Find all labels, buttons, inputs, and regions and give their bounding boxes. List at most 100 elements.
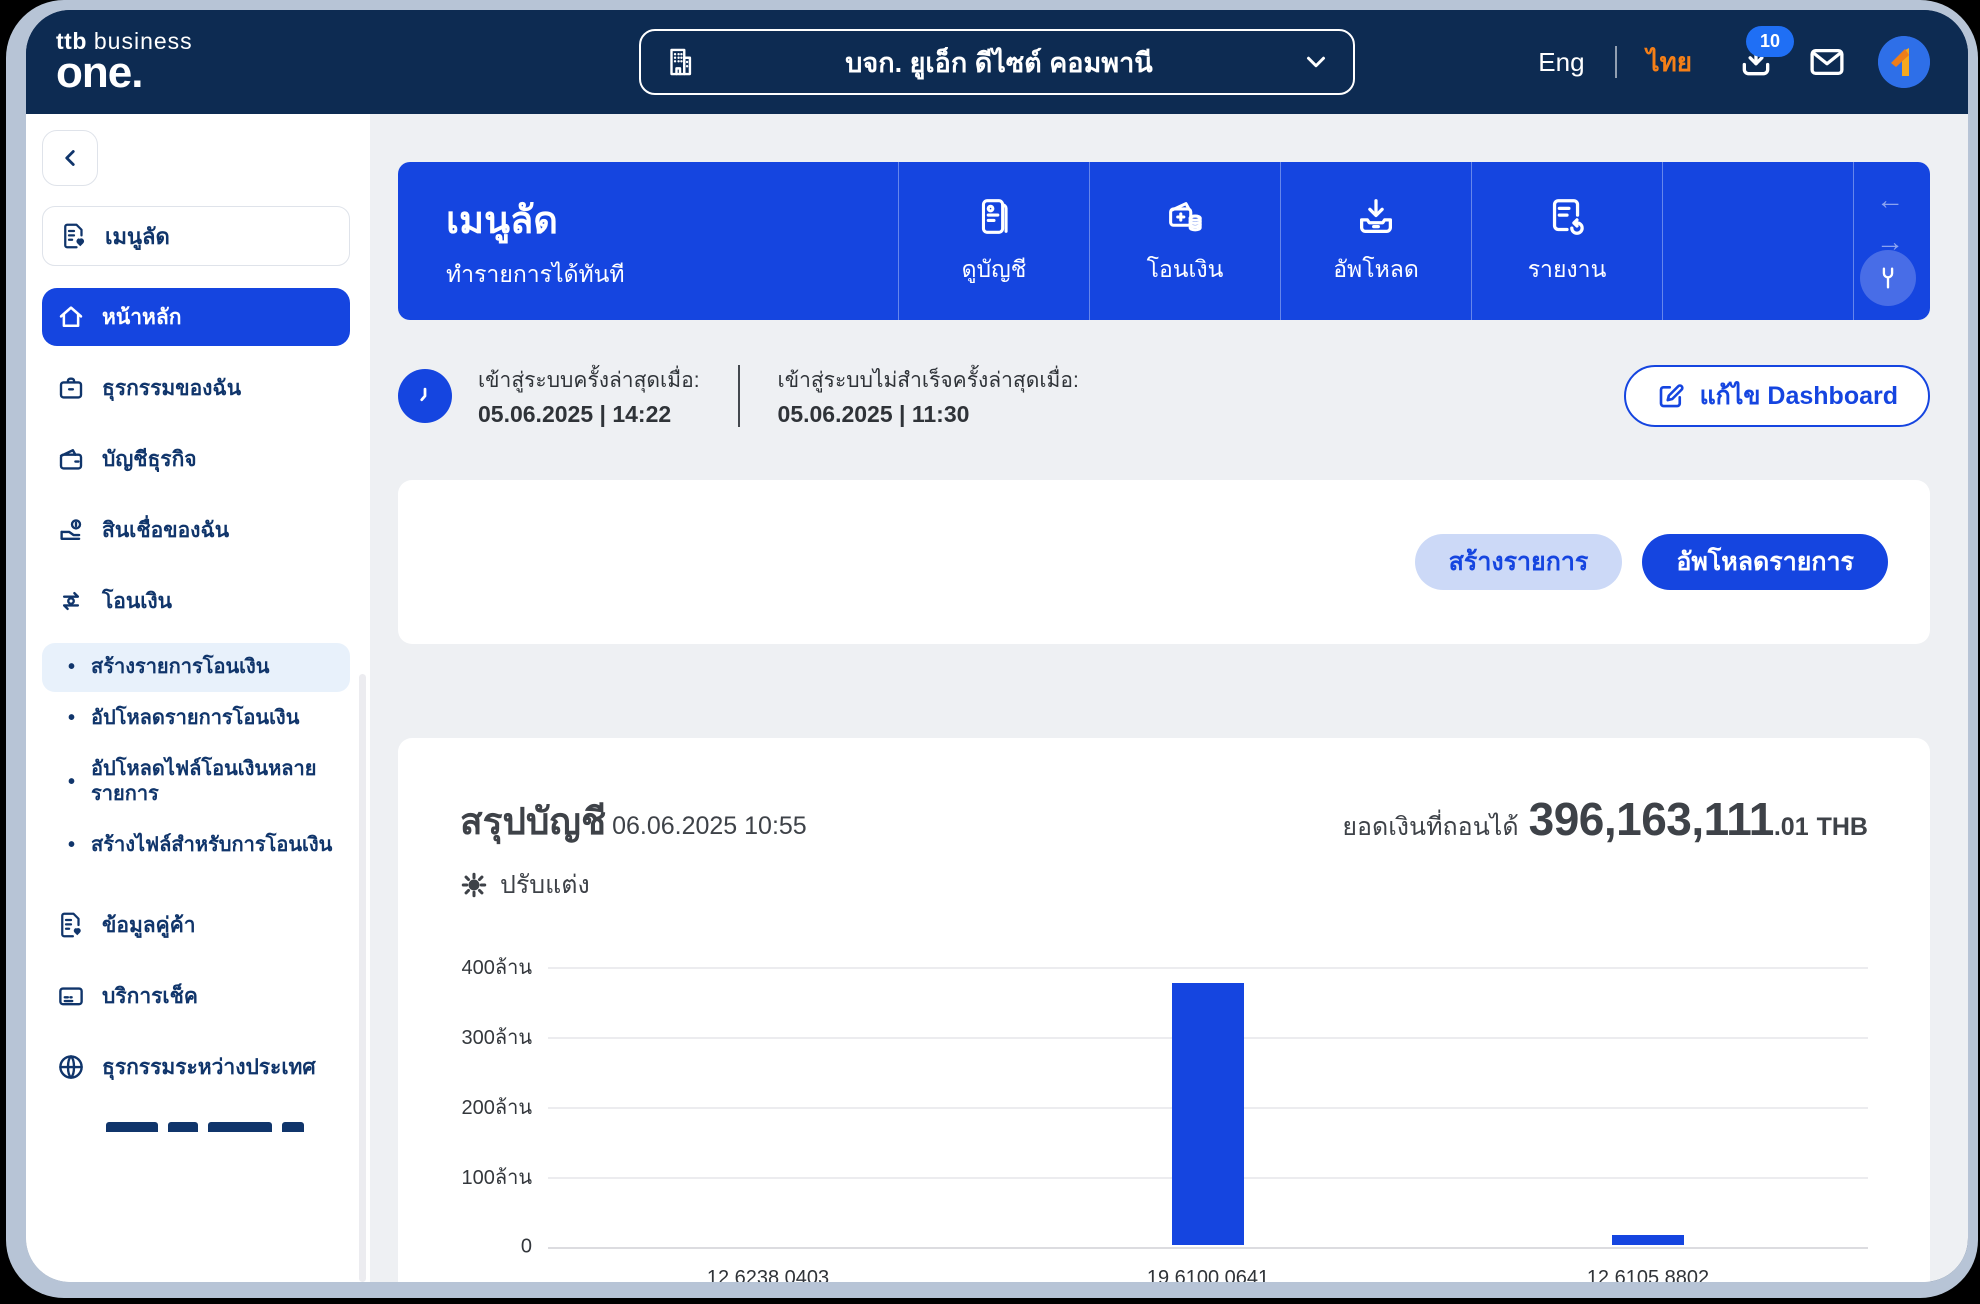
sidebar-item-label: โอนเงิน <box>102 589 173 613</box>
sidebar-item-transfer[interactable]: โอนเงิน <box>42 572 350 630</box>
language-divider <box>1614 46 1617 78</box>
sidebar-subitem-create-transfer-file[interactable]: • สร้างไฟล์สำหรับการโอนเงิน <box>42 821 350 870</box>
quick-menu-banner: เมนูลัด ทำรายการได้ทันที ดูบัญชี โอนเงิน… <box>398 162 1930 320</box>
chart-plot-area <box>548 967 1868 1249</box>
sidebar-subitem-create-transfer[interactable]: • สร้างรายการโอนเงิน <box>42 643 350 692</box>
loan-icon <box>56 515 86 545</box>
upload-transaction-button[interactable]: อัพโหลดรายการ <box>1642 534 1888 590</box>
company-selector-value: บจก. ยูเอ็ก ดีไซต์ คอมพานี <box>845 47 1153 78</box>
wallet-icon <box>56 444 86 474</box>
y-tick: 0 <box>520 1235 532 1258</box>
wrench-icon <box>1882 267 1894 289</box>
chart-y-axis: 400ล้าน 300ล้าน 200ล้าน 100ล้าน 0 <box>460 957 548 1258</box>
carousel-prev-icon[interactable]: ← <box>1876 186 1904 214</box>
account-balance-chart: 400ล้าน 300ล้าน 200ล้าน 100ล้าน 0 12 623… <box>460 957 1868 1282</box>
y-tick: 100ล้าน <box>461 1167 532 1189</box>
login-info-row: เข้าสู่ระบบครั้งล่าสุดเมื่อ: 05.06.2025 … <box>398 364 1930 428</box>
sidebar-subitem-label: สร้างรายการโอนเงิน <box>91 656 270 678</box>
sidebar-item-clipped <box>106 1122 356 1132</box>
x-category-2: 19 6100 0641 (THB) <box>1146 1267 1270 1282</box>
create-transaction-button[interactable]: สร้างรายการ <box>1414 534 1623 590</box>
currency-label: THB <box>1816 813 1868 841</box>
x-category-1: 12 6238 0403 (THB) <box>706 1267 830 1282</box>
last-login-label: เข้าสู่ระบบครั้งล่าสุดเมื่อ: <box>478 369 700 392</box>
sidebar-item-label: ข้อมูลคู่ค้า <box>102 913 196 937</box>
user-avatar[interactable] <box>1878 36 1930 88</box>
messages-button[interactable] <box>1806 41 1848 83</box>
quick-action-transfer[interactable]: โอนเงิน <box>1089 162 1280 320</box>
company-selector[interactable]: บจก. ยูเอ็ก ดีไซต์ คอมพานี <box>639 29 1355 95</box>
account-summary-card: สรุปบัญชี 06.06.2025 10:55 ปรับแต่ง ยอดเ… <box>398 738 1930 1282</box>
chart-baseline <box>548 1247 1868 1249</box>
bullet-icon: • <box>68 707 76 729</box>
device-frame: ttb business one. บจก. ยูเอ็ก ดีไซต์ คอมพ… <box>0 0 1980 1304</box>
sidebar-item-label: บริการเช็ค <box>102 984 198 1008</box>
sidebar-item-label: บัญชีธุรกิจ <box>102 447 197 471</box>
sidebar-item-business-accounts[interactable]: บัญชีธุรกิจ <box>42 430 350 488</box>
bullet-icon: • <box>68 770 76 793</box>
quick-menu-controls: ← → <box>1853 162 1930 320</box>
quick-action-reports[interactable]: รายงาน <box>1471 162 1662 320</box>
y-tick: 200ล้าน <box>461 1097 532 1119</box>
downloads-button[interactable]: 10 <box>1736 26 1794 82</box>
sidebar-item-international[interactable]: ธุรกรรมระหว่างประเทศ <box>42 1038 350 1096</box>
quick-action-label: อัพโหลด <box>1333 256 1419 282</box>
sidebar-item-label: ธุรกรรมระหว่างประเทศ <box>102 1055 316 1079</box>
quick-action-upload[interactable]: อัพโหลด <box>1280 162 1471 320</box>
login-divider <box>737 365 740 427</box>
sidebar-subitem-label: อัปโหลดรายการโอนเงิน <box>91 707 300 729</box>
sidebar-subitem-label: สร้างไฟล์สำหรับการโอนเงิน <box>91 834 333 856</box>
quick-action-view-accounts[interactable]: ดูบัญชี <box>898 162 1089 320</box>
sidebar-item-partner-data[interactable]: ข้อมูลคู่ค้า <box>42 896 350 954</box>
quick-menu-title-block: เมนูลัด ทำรายการได้ทันที <box>398 162 898 320</box>
bullet-icon: • <box>68 656 76 678</box>
app-window: ttb business one. บจก. ยูเอ็ก ดีไซต์ คอมพ… <box>26 10 1968 1282</box>
quick-action-label: โอนเงิน <box>1146 256 1224 282</box>
sidebar-menu: หน้าหลัก ธุรกรรมของฉัน บัญชีธุรกิจ สินเช… <box>42 288 356 1132</box>
quick-action-empty-slot <box>1662 162 1853 320</box>
logo-one: one. <box>56 47 143 97</box>
language-thai[interactable]: ไทย <box>1647 42 1692 83</box>
quick-action-label: ดูบัญชี <box>961 256 1027 282</box>
customize-summary-button[interactable]: ปรับแต่ง <box>460 865 807 905</box>
home-icon <box>56 302 86 332</box>
quick-menu-title: เมนูลัด <box>446 200 558 242</box>
gridline <box>548 967 1868 969</box>
report-icon <box>1544 194 1590 240</box>
clock-icon <box>398 369 452 423</box>
passbook-icon <box>971 194 1017 240</box>
edit-icon <box>1656 381 1686 411</box>
edit-dashboard-button[interactable]: แก้ไข Dashboard <box>1623 365 1930 427</box>
bar-account-3 <box>1611 1234 1684 1245</box>
bar-account-2 <box>1172 982 1244 1245</box>
last-login-time: 05.06.2025 | 14:22 <box>478 401 672 427</box>
sidebar-item-cheque-service[interactable]: บริการเช็ค <box>42 967 350 1025</box>
sidebar-item-label: หน้าหลัก <box>102 305 182 329</box>
sidebar-item-home[interactable]: หน้าหลัก <box>42 288 350 346</box>
sidebar-scrollbar[interactable] <box>359 674 366 1282</box>
customize-quick-menu-button[interactable] <box>1860 250 1916 306</box>
quick-action-label: รายงาน <box>1527 256 1607 282</box>
sidebar-item-my-loans[interactable]: สินเชื่อของฉัน <box>42 501 350 559</box>
main-content: เมนูลัด ทำรายการได้ทันที ดูบัญชี โอนเงิน… <box>370 114 1968 1282</box>
withdrawable-amount-fraction: .01 <box>1773 813 1809 841</box>
sidebar-item-shortcut-menu[interactable]: เมนูลัด <box>42 206 350 266</box>
summary-title-block: สรุปบัญชี 06.06.2025 10:55 ปรับแต่ง <box>460 792 807 905</box>
building-icon <box>663 45 697 79</box>
x-category-3: 12 6105 8802 (THB) <box>1586 1267 1710 1282</box>
sidebar-collapse-button[interactable] <box>42 130 98 186</box>
sidebar-item-label: สินเชื่อของฉัน <box>102 518 230 542</box>
quick-menu-subtitle: ทำรายการได้ทันที <box>446 261 625 287</box>
cheque-icon <box>56 981 86 1011</box>
y-tick: 400ล้าน <box>461 957 532 979</box>
download-count-badge: 10 <box>1746 26 1794 57</box>
sidebar-subitem-upload-bulk-file[interactable]: • อัปโหลดไฟล์โอนเงินหลายรายการ <box>42 745 350 819</box>
page-body: เมนูลัด หน้าหลัก ธุรกรรมของฉัน บัญชีธุรก… <box>26 114 1968 1282</box>
sidebar-subitem-upload-transfer[interactable]: • อัปโหลดรายการโอนเงิน <box>42 694 350 743</box>
language-eng[interactable]: Eng <box>1538 47 1584 78</box>
y-tick: 300ล้าน <box>461 1027 532 1049</box>
last-login-block: เข้าสู่ระบบครั้งล่าสุดเมื่อ: 05.06.2025 … <box>478 364 700 428</box>
sidebar-item-my-transactions[interactable]: ธุรกรรมของฉัน <box>42 359 350 417</box>
shortcut-menu-icon <box>59 221 89 251</box>
document-heart-icon <box>56 910 86 940</box>
